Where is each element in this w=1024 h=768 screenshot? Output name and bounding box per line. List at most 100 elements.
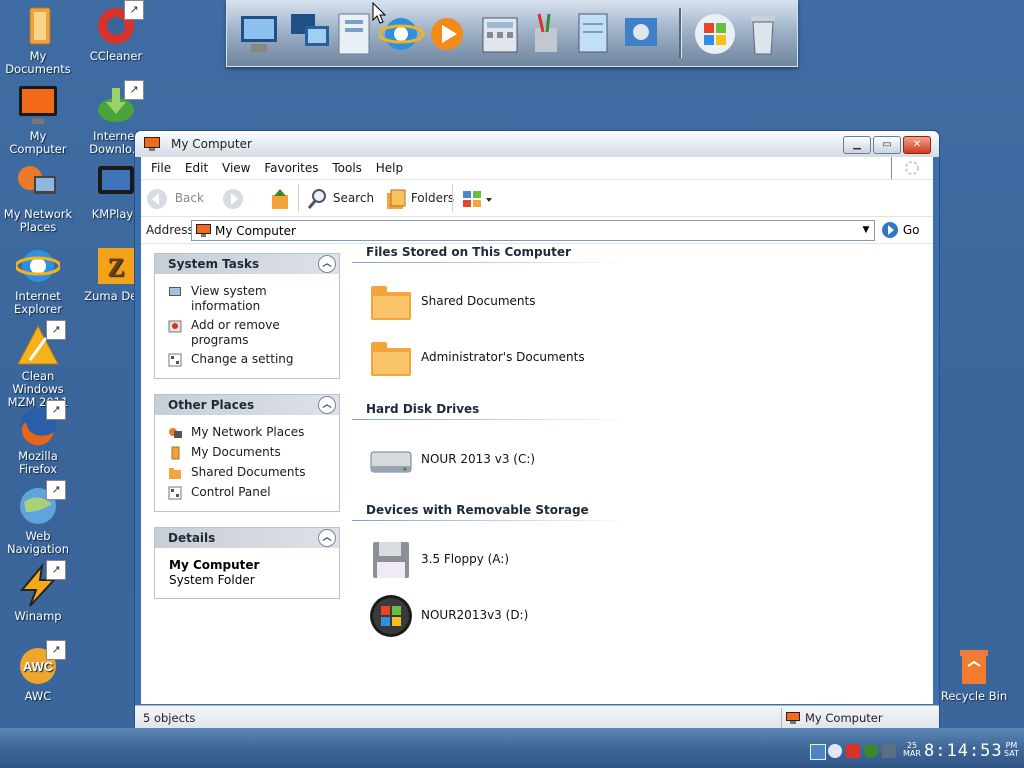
section-divider bbox=[352, 262, 632, 263]
search-button-label: Search bbox=[332, 191, 375, 205]
minimize-button[interactable]: ▁ bbox=[843, 136, 871, 154]
menu-favorites[interactable]: Favorites bbox=[264, 161, 318, 175]
dock-recycle-bin-icon[interactable] bbox=[741, 10, 787, 58]
folder-icon bbox=[16, 4, 60, 48]
hard-disk-icon bbox=[370, 451, 412, 473]
window-titlebar[interactable]: My Computer ▁ ▭ ✕ bbox=[135, 131, 939, 157]
menu-file[interactable]: File bbox=[151, 161, 171, 175]
menu-edit[interactable]: Edit bbox=[185, 161, 208, 175]
desktop-icon-winamp[interactable]: ↗ Winamp bbox=[0, 560, 76, 623]
details-header[interactable]: Details ︿ bbox=[155, 528, 339, 548]
collapse-chevron-icon[interactable]: ︿ bbox=[318, 396, 336, 414]
dock-paint-icon[interactable] bbox=[523, 10, 569, 58]
monitor-icon bbox=[196, 224, 211, 237]
forward-arrow-icon bbox=[223, 188, 243, 209]
monitor-icon bbox=[786, 712, 800, 724]
zuma-icon: Z bbox=[94, 244, 138, 288]
place-label: Shared Documents bbox=[191, 465, 306, 479]
system-tasks-header[interactable]: System Tasks ︿ bbox=[155, 254, 339, 274]
add-remove-icon bbox=[168, 320, 182, 333]
menu-divider bbox=[891, 157, 892, 179]
desktop-icon-awc[interactable]: AWC ↗ AWC bbox=[0, 640, 76, 703]
monitor-icon bbox=[143, 136, 161, 152]
toolbar-divider bbox=[452, 184, 453, 212]
menu-bar: File Edit View Favorites Tools Help bbox=[141, 157, 933, 180]
item-label: 3.5 Floppy (A:) bbox=[421, 552, 510, 566]
recycle-bin-icon bbox=[952, 644, 996, 688]
shortcut-arrow-icon: ↗ bbox=[46, 320, 66, 340]
tray-device-icon[interactable] bbox=[882, 744, 896, 758]
dock-windows-icon[interactable] bbox=[693, 10, 739, 58]
desktop-icon-clean-windows[interactable]: ↗ Clean Windows MZM 2011 bbox=[0, 320, 76, 409]
place-shared-documents[interactable]: Shared Documents bbox=[155, 465, 339, 480]
section-divider bbox=[352, 419, 632, 420]
desktop-icon-recycle-bin[interactable]: Recycle Bin bbox=[936, 644, 1012, 703]
menu-view[interactable]: View bbox=[222, 161, 250, 175]
dock-notepad-icon[interactable] bbox=[571, 10, 617, 58]
desktop-icon-my-documents[interactable]: My Documents bbox=[0, 4, 76, 76]
task-label: Change a setting bbox=[191, 352, 294, 366]
tray-clock-icon[interactable] bbox=[828, 744, 842, 758]
monitor-icon bbox=[16, 84, 60, 128]
menu-tools[interactable]: Tools bbox=[332, 161, 362, 175]
ie-icon bbox=[14, 244, 62, 288]
other-places-pane: Other Places ︿ My Network Places My Docu… bbox=[154, 394, 340, 512]
folders-button[interactable]: Folders bbox=[385, 186, 454, 210]
go-button[interactable]: Go bbox=[881, 221, 919, 239]
dock-network-icon[interactable] bbox=[287, 10, 333, 58]
item-label: NOUR 2013 v3 (C:) bbox=[421, 452, 536, 466]
shortcut-arrow-icon: ↗ bbox=[46, 560, 66, 580]
place-my-network-places[interactable]: My Network Places bbox=[155, 425, 339, 440]
close-button[interactable]: ✕ bbox=[903, 136, 931, 154]
desktop-icon-my-computer[interactable]: My Computer bbox=[0, 84, 76, 156]
search-button[interactable]: Search bbox=[307, 186, 374, 210]
address-bar: Address My Computer ▼ Go bbox=[141, 217, 933, 244]
dock-control-panel-icon[interactable] bbox=[619, 10, 665, 58]
dock-computer-icon[interactable] bbox=[237, 10, 283, 58]
tray-date[interactable]: 25 MAR bbox=[903, 742, 921, 758]
collapse-chevron-icon[interactable]: ︿ bbox=[318, 529, 336, 547]
desktop-icon-internet-explorer[interactable]: Internet Explorer bbox=[0, 244, 76, 316]
folder-icon bbox=[371, 286, 411, 320]
collapse-chevron-icon[interactable]: ︿ bbox=[318, 255, 336, 273]
menu-help[interactable]: Help bbox=[376, 161, 403, 175]
folders-button-label: Folders bbox=[410, 191, 455, 205]
task-label: View system information bbox=[191, 284, 267, 313]
desktop-icon-label: My Network Places bbox=[3, 207, 73, 234]
forward-button[interactable] bbox=[221, 186, 245, 210]
desktop-icon-label: Recycle Bin bbox=[940, 689, 1008, 703]
back-button-label: Back bbox=[174, 191, 204, 205]
my-computer-window: My Computer ▁ ▭ ✕ File Edit View Favorit… bbox=[134, 130, 940, 730]
desktop-icon-web-navigation[interactable]: ↗ Web Navigation bbox=[0, 480, 76, 556]
dock-calculator-icon[interactable] bbox=[477, 10, 523, 58]
back-button[interactable]: Back bbox=[145, 186, 204, 210]
desktop-icon-label: Mozilla Firefox bbox=[18, 449, 58, 476]
views-button[interactable] bbox=[461, 186, 495, 210]
address-input[interactable]: My Computer ▼ bbox=[191, 220, 875, 241]
up-folder-button[interactable] bbox=[269, 186, 291, 210]
other-places-header[interactable]: Other Places ︿ bbox=[155, 395, 339, 415]
tray-shield-icon[interactable] bbox=[846, 744, 860, 758]
tray-clock[interactable]: 8:14:53 bbox=[924, 741, 1003, 761]
tray-network-icon[interactable] bbox=[864, 744, 878, 758]
desktop-icon-label: My Computer bbox=[9, 129, 67, 156]
windows-disc-icon bbox=[370, 595, 412, 637]
place-my-documents[interactable]: My Documents bbox=[155, 445, 339, 460]
task-view-system-info[interactable]: View system information bbox=[155, 284, 339, 314]
maximize-icon: ▭ bbox=[882, 139, 892, 150]
dock-media-player-icon[interactable] bbox=[425, 10, 471, 58]
desktop-icon-ccleaner[interactable]: ↗ CCleaner bbox=[78, 0, 154, 63]
tray-show-desktop-icon[interactable] bbox=[810, 744, 826, 760]
task-add-remove-programs[interactable]: Add or remove programs bbox=[155, 318, 339, 348]
shortcut-arrow-icon: ↗ bbox=[124, 80, 144, 100]
desktop-icon-mozilla-firefox[interactable]: ↗ Mozilla Firefox bbox=[0, 400, 76, 476]
maximize-button[interactable]: ▭ bbox=[873, 136, 901, 154]
task-change-setting[interactable]: Change a setting bbox=[155, 352, 339, 367]
tray-weekday: SAT bbox=[1004, 749, 1019, 758]
address-dropdown-button[interactable]: ▼ bbox=[860, 223, 872, 237]
place-label: Control Panel bbox=[191, 485, 271, 499]
place-control-panel[interactable]: Control Panel bbox=[155, 485, 339, 500]
firefox-icon: ↗ bbox=[16, 400, 66, 448]
desktop-icon-my-network-places[interactable]: My Network Places bbox=[0, 162, 76, 234]
dock-separator bbox=[679, 8, 682, 58]
